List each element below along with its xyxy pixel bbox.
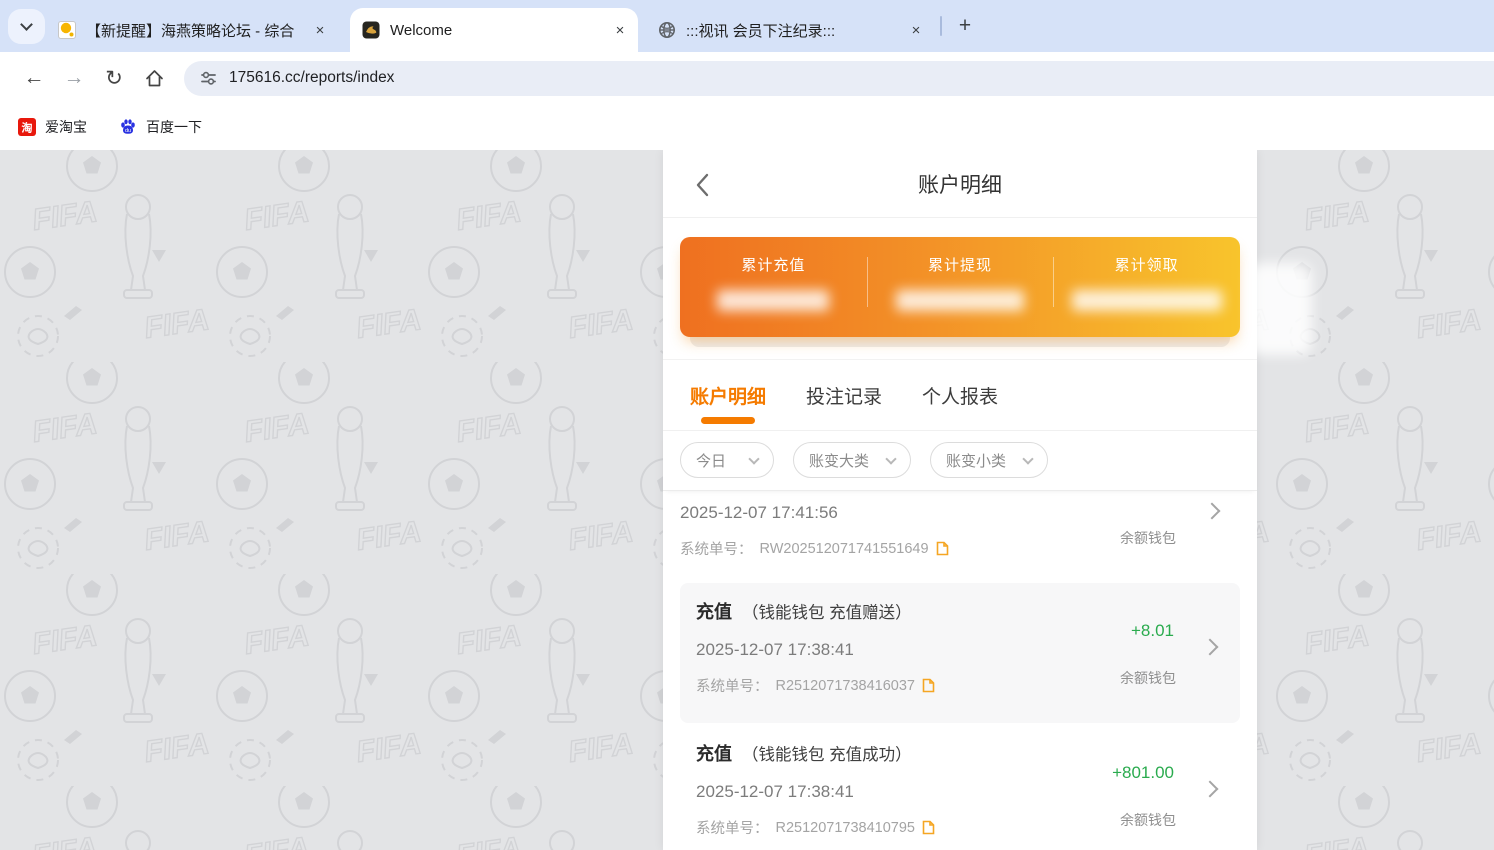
bookmark-label: 百度一下 <box>146 117 202 137</box>
transaction-time: 2025-12-07 17:38:41 <box>696 640 1224 660</box>
forum-favicon-icon <box>58 21 76 39</box>
close-icon[interactable]: × <box>310 20 330 40</box>
bookmark-taobao[interactable]: 淘 爱淘宝 <box>18 117 87 137</box>
filter-minor-type-dropdown[interactable]: 账变小类 <box>930 442 1048 478</box>
stat-total-deposit: 累计充值 <box>680 237 867 337</box>
copy-icon[interactable] <box>936 541 949 556</box>
card-stack-edge <box>690 337 1230 347</box>
wallet-tag: 余额钱包 <box>1120 528 1176 548</box>
bookmark-label: 爱淘宝 <box>45 117 87 137</box>
masked-value <box>896 290 1024 311</box>
browser-toolbar: ← → ↻ 175616.cc/reports/index <box>0 52 1494 104</box>
browser-tab-welcome[interactable]: Welcome × <box>350 8 638 52</box>
chevron-down-icon <box>885 453 896 464</box>
totals-card: 累计充值 累计提现 累计领取 <box>680 237 1240 337</box>
transaction-row[interactable]: 2025-12-07 17:41:56 系统单号： RW2025120717415… <box>680 501 1240 581</box>
wallet-tag: 余额钱包 <box>1120 810 1176 830</box>
address-bar[interactable]: 175616.cc/reports/index <box>184 61 1494 96</box>
copy-icon[interactable] <box>922 678 935 693</box>
tab-personal-report[interactable]: 个人报表 <box>920 360 1000 431</box>
transaction-row[interactable]: 充值 （钱能钱包 充值成功） 2025-12-07 17:38:41 系统单号：… <box>680 725 1240 850</box>
summary-section: 累计充值 累计提现 累计领取 <box>663 218 1257 347</box>
filter-bar: 今日 账变大类 账变小类 <box>663 431 1257 491</box>
blurred-overlay-blob <box>1250 263 1312 355</box>
tab-title: :::视讯 会员下注纪录::: <box>686 20 900 41</box>
transaction-time: 2025-12-07 17:38:41 <box>696 782 1224 802</box>
new-tab-button[interactable]: + <box>950 11 980 41</box>
section-tabs: 账户明细 投注记录 个人报表 <box>663 359 1257 431</box>
masked-value <box>717 290 829 311</box>
forward-button[interactable]: → <box>54 58 94 98</box>
filter-date-dropdown[interactable]: 今日 <box>680 442 774 478</box>
close-icon[interactable]: × <box>906 20 926 40</box>
masked-value <box>1072 290 1222 311</box>
order-label: 系统单号： <box>680 538 753 559</box>
filter-label: 今日 <box>696 450 726 471</box>
site-settings-icon[interactable] <box>200 70 217 87</box>
transaction-list: 2025-12-07 17:41:56 系统单号： RW2025120717415… <box>663 491 1257 850</box>
tab-title: Welcome <box>390 22 604 39</box>
stat-label: 累计提现 <box>867 254 1054 275</box>
back-button[interactable]: ← <box>14 58 54 98</box>
baidu-icon: du <box>119 118 137 136</box>
filter-major-type-dropdown[interactable]: 账变大类 <box>793 442 911 478</box>
tab-title: 【新提醒】海燕策略论坛 - 综合 <box>86 20 304 41</box>
chevron-down-icon <box>20 18 33 31</box>
transaction-type: 充值 <box>696 598 732 624</box>
back-chevron-icon[interactable] <box>693 172 713 198</box>
chevron-down-icon <box>1022 453 1033 464</box>
page-content: FIFA FIFA 账户明细 累计充值 累计提现 <box>0 150 1494 850</box>
taobao-icon: 淘 <box>18 118 36 136</box>
bookmark-baidu[interactable]: du 百度一下 <box>119 117 202 137</box>
home-icon <box>144 68 165 89</box>
amount-positive: +8.01 <box>1131 621 1174 641</box>
transaction-time: 2025-12-07 17:41:56 <box>680 503 1240 523</box>
tab-separator <box>940 16 942 36</box>
transaction-subtitle: （钱能钱包 充值成功） <box>742 741 912 765</box>
stat-total-claimed: 累计领取 <box>1053 237 1240 337</box>
browser-tab-strip: 【新提醒】海燕策略论坛 - 综合 × Welcome × :::视讯 会员下注纪… <box>0 0 1494 52</box>
stat-label: 累计领取 <box>1053 254 1240 275</box>
wallet-tag: 余额钱包 <box>1120 668 1176 688</box>
order-number: RW202512071741551649 <box>760 541 929 557</box>
amount-positive: +801.00 <box>1112 763 1174 783</box>
copy-icon[interactable] <box>922 820 935 835</box>
order-label: 系统单号： <box>696 675 769 696</box>
tab-search-button[interactable] <box>8 9 45 44</box>
close-icon[interactable]: × <box>610 20 630 40</box>
tab-account-detail[interactable]: 账户明细 <box>688 360 768 431</box>
panel-header: 账户明细 <box>663 150 1257 218</box>
reload-button[interactable]: ↻ <box>94 58 134 98</box>
order-number: R2512071738410795 <box>776 820 916 836</box>
globe-icon <box>658 21 676 39</box>
page-title: 账户明细 <box>918 169 1002 199</box>
url-text[interactable]: 175616.cc/reports/index <box>229 69 394 87</box>
browser-tab-forum[interactable]: 【新提醒】海燕策略论坛 - 综合 × <box>46 8 338 52</box>
filter-label: 账变大类 <box>809 450 869 471</box>
svg-text:du: du <box>125 128 131 134</box>
stat-total-withdraw: 累计提现 <box>867 237 1054 337</box>
browser-tab-records[interactable]: :::视讯 会员下注纪录::: × <box>646 8 934 52</box>
transaction-subtitle: （钱能钱包 充值赠送） <box>742 599 912 623</box>
svg-text:淘: 淘 <box>22 121 33 135</box>
account-detail-panel: 账户明细 累计充值 累计提现 累计领取 账户明细 投注记 <box>663 150 1257 850</box>
transaction-row[interactable]: 充值 （钱能钱包 充值赠送） 2025-12-07 17:38:41 系统单号：… <box>680 583 1240 723</box>
stat-label: 累计充值 <box>680 254 867 275</box>
tab-bet-records[interactable]: 投注记录 <box>804 360 884 431</box>
filter-label: 账变小类 <box>946 450 1006 471</box>
transaction-type: 充值 <box>696 740 732 766</box>
chevron-down-icon <box>748 453 759 464</box>
home-button[interactable] <box>134 58 174 98</box>
order-number: R2512071738416037 <box>776 678 916 694</box>
bookmarks-bar: 淘 爱淘宝 du 百度一下 <box>0 104 1494 150</box>
welcome-favicon-icon <box>362 21 380 39</box>
order-label: 系统单号： <box>696 817 769 838</box>
